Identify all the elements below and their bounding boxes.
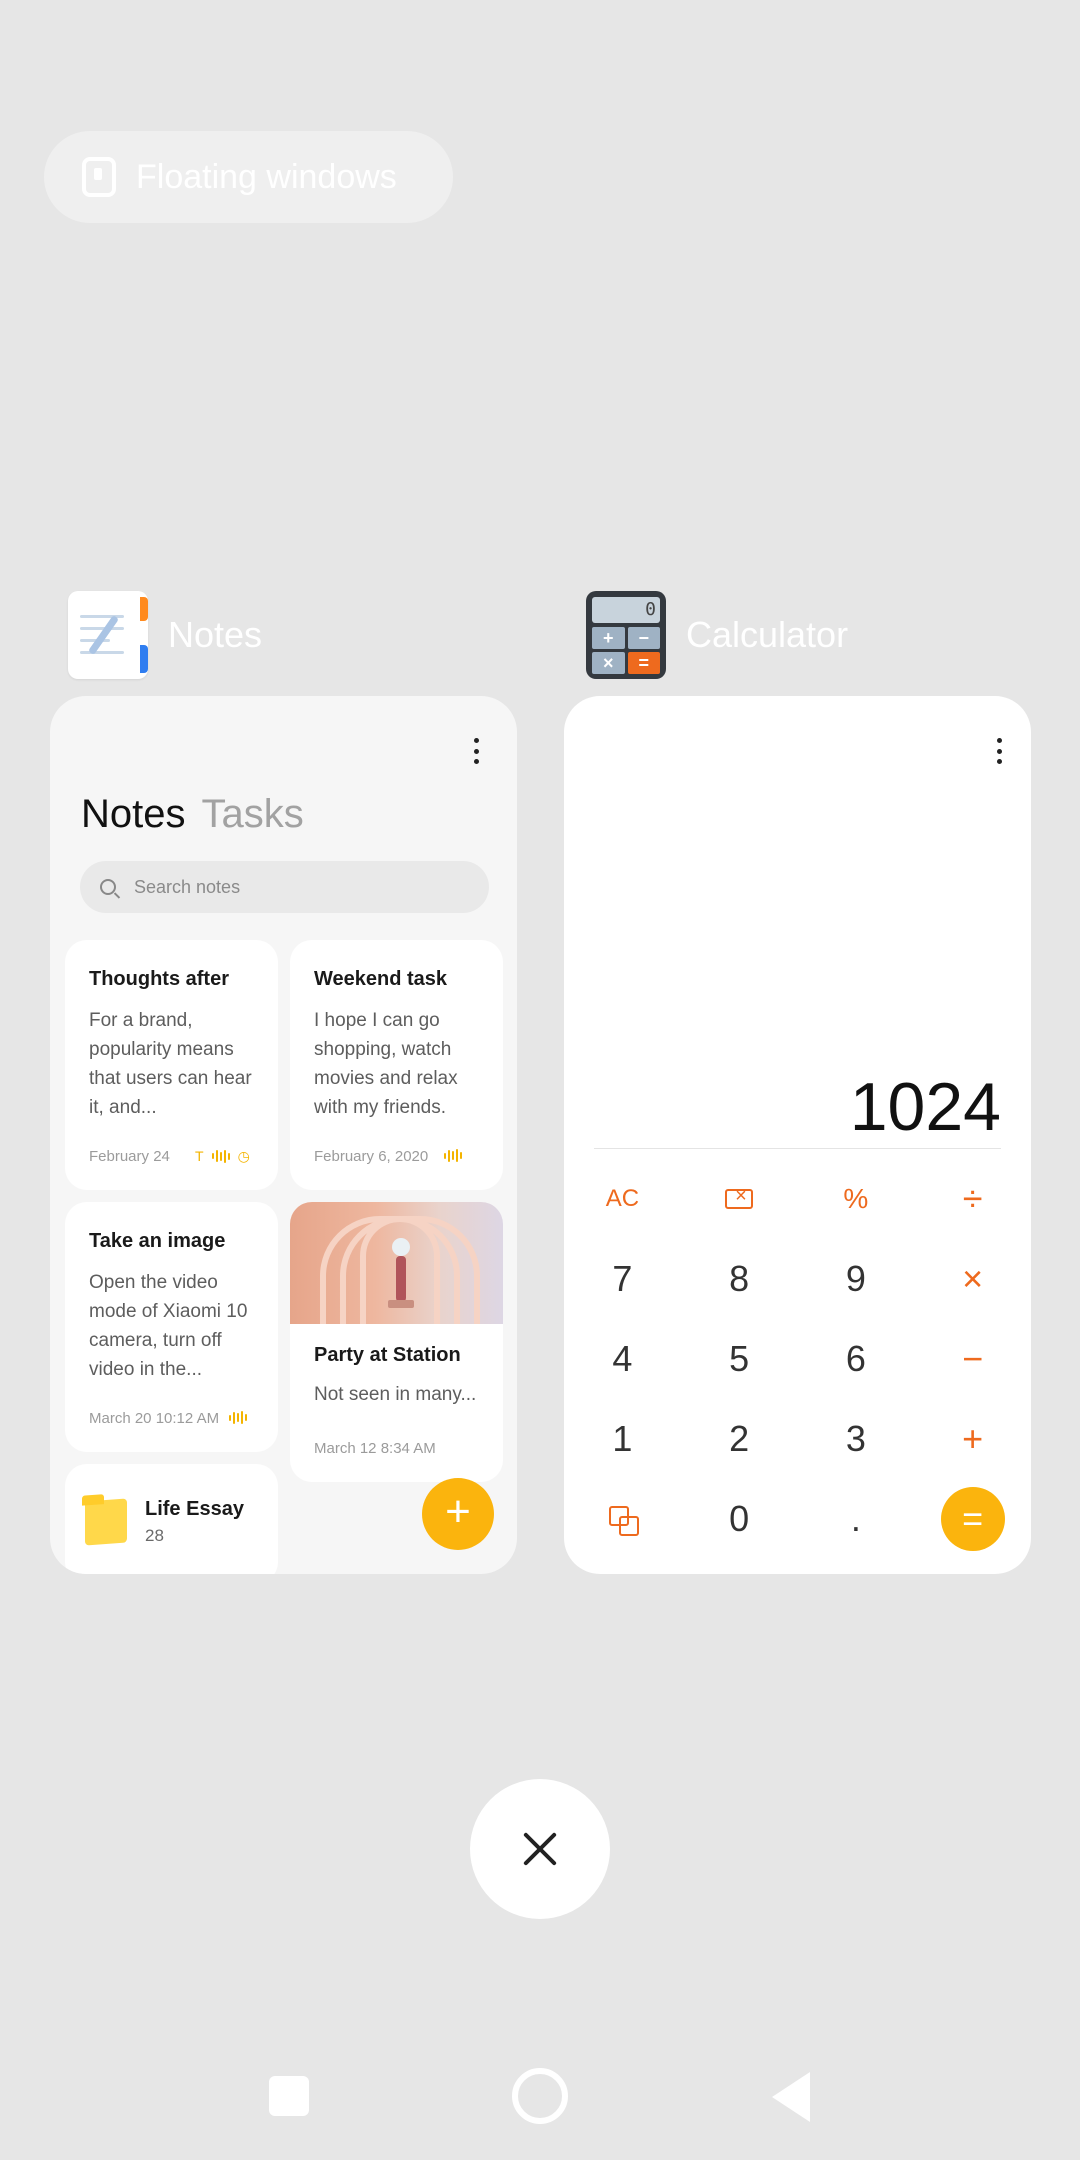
swap-icon [607,1504,640,1536]
minus-button[interactable]: − [914,1319,1031,1399]
note-card-thoughts[interactable]: Thoughts after For a brand, popularity m… [65,940,278,1190]
note-title: Thoughts after [89,968,229,990]
note-date: February 6, 2020 [314,1148,429,1165]
key-1[interactable]: 1 [564,1399,681,1479]
calculator-app-header[interactable]: 0 + − × = Calculator [586,590,848,680]
folder-icon [85,1498,127,1546]
clear-all-button[interactable] [470,1779,610,1919]
kebab-menu-icon[interactable] [471,738,481,764]
notes-app-name: Notes [168,614,263,655]
search-placeholder: Search notes [134,876,241,897]
key-7[interactable]: 7 [564,1239,681,1319]
note-date: March 12 8:34 AM [314,1440,436,1457]
key-0[interactable]: 0 [681,1479,798,1559]
note-body: Not seen in many... [314,1384,477,1405]
note-card-image[interactable]: Take an image Open the video mode of Xia… [65,1202,278,1452]
search-icon [100,879,116,895]
note-date: February 24 [89,1148,170,1165]
divider [594,1148,1001,1149]
notes-app-header[interactable]: Notes [68,590,262,680]
key-3[interactable]: 3 [798,1399,915,1479]
folder-life-essay[interactable]: Life Essay 28 [65,1464,278,1574]
key-8[interactable]: 8 [681,1239,798,1319]
note-body: I hope I can go shopping, watch movies a… [314,1010,458,1118]
equals-key-cell: = [914,1479,1031,1559]
backspace-button[interactable] [681,1159,798,1239]
note-card-party[interactable]: Party at Station Not seen in many... Mar… [290,1202,503,1482]
folder-count: 28 [145,1526,164,1545]
folder-title: Life Essay [145,1498,244,1520]
multiply-button[interactable]: × [914,1239,1031,1319]
notes-app-icon [68,591,148,679]
note-body: For a brand, popularity means that users… [89,1010,252,1118]
calculator-app-name: Calculator [686,614,849,655]
audio-wave-icon [229,1411,247,1424]
alarm-icon: ◷ [237,1148,250,1164]
key-6[interactable]: 6 [798,1319,915,1399]
tab-tasks[interactable]: Tasks [202,792,304,836]
audio-wave-icon [211,1149,230,1163]
mode-switch-button[interactable] [564,1479,681,1559]
floating-windows-label: Floating windows [136,157,397,196]
decimal-button[interactable]: . [798,1479,915,1559]
note-meta-icons [229,1411,247,1424]
note-body: Open the video mode of Xiaomi 10 camera,… [89,1272,248,1380]
floating-windows-button[interactable]: Floating windows [44,131,453,223]
floating-window-icon [82,157,116,197]
plus-button[interactable]: + [914,1399,1031,1479]
note-title: Take an image [89,1230,226,1252]
recents-icon[interactable] [269,2076,309,2116]
note-title: Weekend task [314,968,448,990]
calculator-app-icon: 0 + − × = [586,591,666,679]
calculator-app-card[interactable]: 1024 AC % ÷ 7 8 9 × 4 5 6 − 1 2 3 + 0 . … [564,696,1031,1574]
key-9[interactable]: 9 [798,1239,915,1319]
tab-notes[interactable]: Notes [81,792,186,836]
close-icon [520,1829,560,1869]
text-icon: T [195,1148,204,1164]
note-meta-icons: T ◷ [195,1149,250,1163]
audio-wave-icon [444,1149,462,1162]
note-image [290,1202,503,1324]
kebab-menu-icon[interactable] [994,738,1004,764]
note-meta-icons [444,1149,462,1162]
percent-button[interactable]: % [798,1159,915,1239]
add-note-button[interactable]: + [422,1478,494,1550]
calculator-display: 1024 [849,1069,1001,1145]
clear-button[interactable]: AC [564,1159,681,1239]
search-input[interactable]: Search notes [80,861,489,913]
home-icon[interactable] [512,2068,568,2124]
note-card-weekend[interactable]: Weekend task I hope I can go shopping, w… [290,940,503,1190]
notes-app-card[interactable]: Notes Tasks Search notes Thoughts after F… [50,696,517,1574]
equals-button[interactable]: = [940,1487,1005,1551]
note-title: Party at Station [314,1344,461,1366]
key-2[interactable]: 2 [681,1399,798,1479]
note-date: March 20 10:12 AM [89,1410,220,1427]
calculator-keypad: AC % ÷ 7 8 9 × 4 5 6 − 1 2 3 + 0 . = [564,1159,1031,1559]
notes-tabs: Notes Tasks [81,792,304,837]
backspace-icon [725,1185,754,1209]
divide-button[interactable]: ÷ [914,1159,1031,1239]
key-5[interactable]: 5 [681,1319,798,1399]
key-4[interactable]: 4 [564,1319,681,1399]
back-icon[interactable] [772,2072,810,2122]
